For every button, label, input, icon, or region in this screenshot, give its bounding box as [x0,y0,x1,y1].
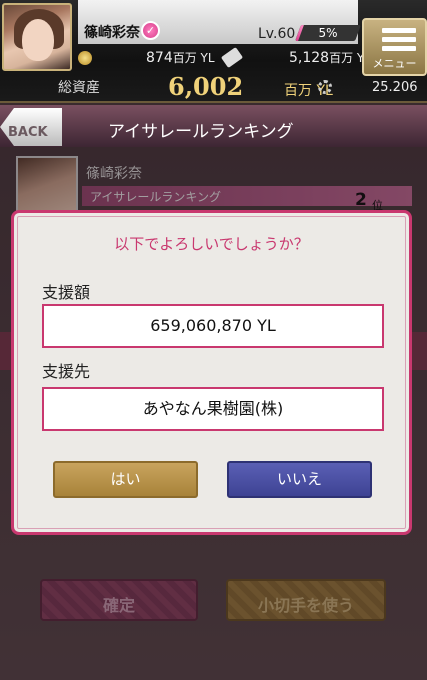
menu-label: メニュー [372,57,417,70]
player-avatar[interactable] [2,3,72,71]
dialog-title: 以下でよろしいでしょうか？ [114,235,309,253]
ticket-value: 5,128百万 YL [289,50,371,66]
menu-icon [382,28,416,55]
points-icon [318,80,332,94]
recipient-label: 支援先 [42,362,91,381]
total-assets-value: 6,002 [168,72,244,101]
recipient-field: あやなん果樹園(株) [42,387,384,431]
level-percent: 5% [318,26,338,40]
amount-field: 659,060,870 YL [42,304,384,348]
yes-button[interactable]: はい [53,461,198,498]
coin-icon [78,51,92,65]
points-value: 25.206 [372,80,418,95]
menu-button[interactable]: メニュー [362,18,427,76]
player-name: 篠崎彩奈 [84,25,140,41]
status-badge-icon: ✓ [141,21,160,40]
level-label: Lv.60 [258,26,296,42]
page-title: アイサレールランキング [108,122,294,142]
total-assets-label: 総資産 [58,80,100,96]
amount-label: 支援額 [42,283,91,302]
money-value: 874百万 YL [146,50,215,66]
back-label: BACK [8,125,48,140]
no-button[interactable]: いいえ [227,461,372,498]
